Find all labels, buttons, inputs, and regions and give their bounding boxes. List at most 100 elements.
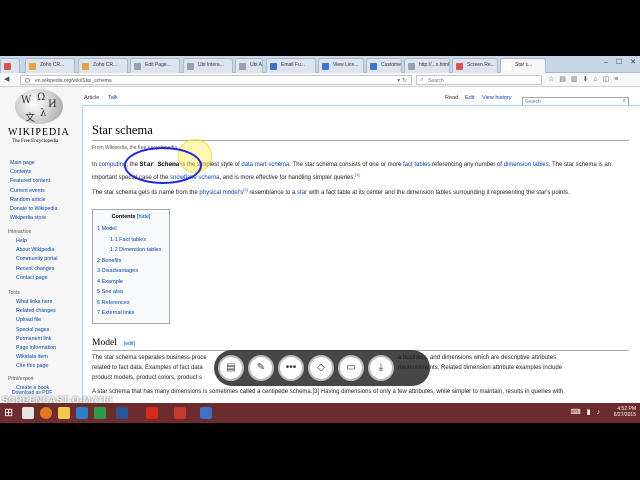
network-icon[interactable]: ▮ (587, 409, 591, 416)
download-icon[interactable]: ⤓ (368, 355, 394, 381)
toc-item[interactable]: 2 Benefits (97, 258, 121, 264)
browser-tab[interactable]: Edit Page... (130, 58, 180, 73)
tab-read[interactable]: Read (445, 95, 458, 101)
toc-item[interactable]: 1.1 Fact tables (110, 237, 146, 243)
intro-paragraph-2: The star schema gets its name from the p… (92, 185, 622, 198)
home-icon[interactable]: ⌂ (593, 76, 597, 83)
pdf-icon[interactable] (146, 407, 158, 419)
model-line-3a: product models, product colors, product … (92, 375, 203, 381)
sidebar-item-interaction-0[interactable]: Help (16, 237, 58, 246)
browser-tab[interactable]: Email Fu... (266, 58, 316, 73)
maximize-icon[interactable]: ☐ (616, 59, 622, 66)
ref-1[interactable]: [1] (355, 172, 359, 177)
tab-article[interactable]: Article (84, 95, 99, 101)
ie-icon[interactable] (22, 407, 34, 419)
start-icon[interactable]: ⊞ (4, 407, 13, 419)
browser-tab[interactable]: Custome... (366, 58, 402, 73)
browser-tab[interactable]: View Lice... (318, 58, 364, 73)
browser-tab[interactable] (0, 58, 20, 73)
keyboard-icon[interactable]: ⌨ (571, 409, 581, 416)
powerpoint-icon[interactable] (174, 407, 186, 419)
sidebar-item-interaction-2[interactable]: Community portal (16, 255, 58, 264)
text: with a fact table at its center and the … (307, 190, 570, 196)
sidebar-item-tools-4[interactable]: Permanent link (16, 335, 56, 344)
toc-item[interactable]: 7 External links (97, 310, 134, 316)
link-physical-model[interactable]: physical model's (199, 190, 243, 196)
browser-tab[interactable]: Ubi Intera... (183, 58, 233, 73)
toc-item[interactable]: 1.2 Dimension tables (110, 247, 161, 253)
browser-tab[interactable]: Zoho CR... (78, 58, 128, 73)
wikipedia-globe-logo[interactable]: WΩИ文λ (15, 89, 63, 124)
sidebar-item-interaction-3[interactable]: Recent changes (16, 265, 58, 274)
toc-item[interactable]: 3 Disadvantages (97, 268, 138, 274)
pen-icon[interactable]: ✎ (248, 355, 274, 381)
tab-view-history[interactable]: View history (482, 95, 512, 101)
link-computing[interactable]: computing (99, 162, 127, 168)
address-bar[interactable]: en.wikipedia.org/wiki/Star_schema ▾ ↻ (20, 75, 412, 85)
sidebar-item-interaction-4[interactable]: Contact page (16, 274, 58, 283)
tab-edit[interactable]: Edit (465, 95, 474, 101)
browser-tab[interactable]: Screen Re... (452, 58, 498, 73)
annotation-circle (124, 147, 202, 184)
sidebar-item-tools-7[interactable]: Cite this page (16, 362, 56, 371)
section-edit-link[interactable]: [edit] (124, 341, 135, 347)
tab-talk[interactable]: Talk (108, 95, 118, 101)
screen-icon[interactable]: ▭ (338, 355, 364, 381)
downloads-icon[interactable]: ⬇ (583, 76, 589, 83)
toc-item[interactable]: 4 Example (97, 279, 123, 285)
back-icon[interactable]: ◀ (4, 75, 9, 83)
firefox-icon[interactable] (40, 407, 52, 419)
toc-item[interactable]: 5 See also (97, 289, 123, 295)
sidebar-item-tools-6[interactable]: Wikidata item (16, 353, 56, 362)
sidebar-item-0[interactable]: Main page (10, 159, 57, 168)
sidebar-item-tools-3[interactable]: Special pages (16, 326, 56, 335)
sidebar-item-tools-1[interactable]: Related changes (16, 307, 56, 316)
eraser-icon[interactable]: ◇ (308, 355, 334, 381)
folder-icon[interactable] (58, 407, 70, 419)
tab-favicon-icon (187, 63, 194, 70)
link-fact-tables[interactable]: fact tables (403, 162, 430, 168)
browser-tab[interactable]: Zoho CR... (25, 58, 75, 73)
sidebar-item-interaction-1[interactable]: About Wikipedia (16, 246, 58, 255)
text: , and is more effective for handling sim… (219, 175, 356, 181)
link-data-mart-schema[interactable]: data mart schema (241, 162, 289, 168)
pocket-icon[interactable]: ◫ (603, 76, 610, 83)
menu-icon[interactable]: ≡ (614, 76, 618, 83)
reading-list-icon[interactable]: ▤ (559, 76, 566, 83)
outlook-icon[interactable] (76, 407, 88, 419)
sidebar-item-6[interactable]: Wikipedia store (10, 214, 57, 223)
excel-icon[interactable] (94, 407, 106, 419)
app-icon[interactable] (200, 407, 212, 419)
close-window-icon[interactable]: ✕ (630, 59, 636, 66)
sidebar-item-5[interactable]: Donate to Wikipedia (10, 205, 57, 214)
star-icon[interactable]: ☆ (548, 76, 554, 83)
minimize-icon[interactable]: – (604, 59, 608, 66)
link-star[interactable]: star (297, 190, 307, 196)
word-icon[interactable] (116, 407, 128, 419)
browser-tab[interactable]: Ubi Annot... (235, 58, 263, 73)
browser-tab[interactable]: Star s... (500, 58, 546, 73)
volume-icon[interactable]: ♪ (597, 409, 601, 416)
toc-hide-link[interactable]: [hide] (137, 214, 150, 220)
sidebar-item-2[interactable]: Featured content (10, 177, 57, 186)
sidebar-item-tools-0[interactable]: What links here (16, 298, 56, 307)
sidebar-item-1[interactable]: Contents (10, 168, 57, 177)
more-icon[interactable]: ••• (278, 355, 304, 381)
toc-header: Contents [hide] (93, 214, 169, 220)
library-icon[interactable]: ▥ (571, 76, 578, 83)
url-text: en.wikipedia.org/wiki/Star_schema (35, 78, 112, 84)
toc-item[interactable]: 6 References (97, 300, 130, 306)
sidebar-item-tools-2[interactable]: Upload file (16, 316, 56, 325)
toggle-icon[interactable]: ▤ (218, 355, 244, 381)
sidebar-item-3[interactable]: Current events (10, 187, 57, 196)
sidebar-item-4[interactable]: Random article (10, 196, 57, 205)
search-icon[interactable]: ⌕ (623, 98, 626, 105)
toc-item[interactable]: 1 Model (97, 226, 117, 232)
browser-tab[interactable]: http://...x.html (404, 58, 450, 73)
title-divider (92, 140, 629, 141)
sidebar-item-tools-5[interactable]: Page information (16, 344, 56, 353)
clock[interactable]: 4:52 PM 6/27/2015 (614, 406, 636, 418)
reload-icon[interactable]: ▾ ↻ (397, 77, 407, 84)
link-dimension-tables[interactable]: dimension tables (504, 162, 549, 168)
browser-search-field[interactable]: ⌕ Search (416, 75, 542, 85)
